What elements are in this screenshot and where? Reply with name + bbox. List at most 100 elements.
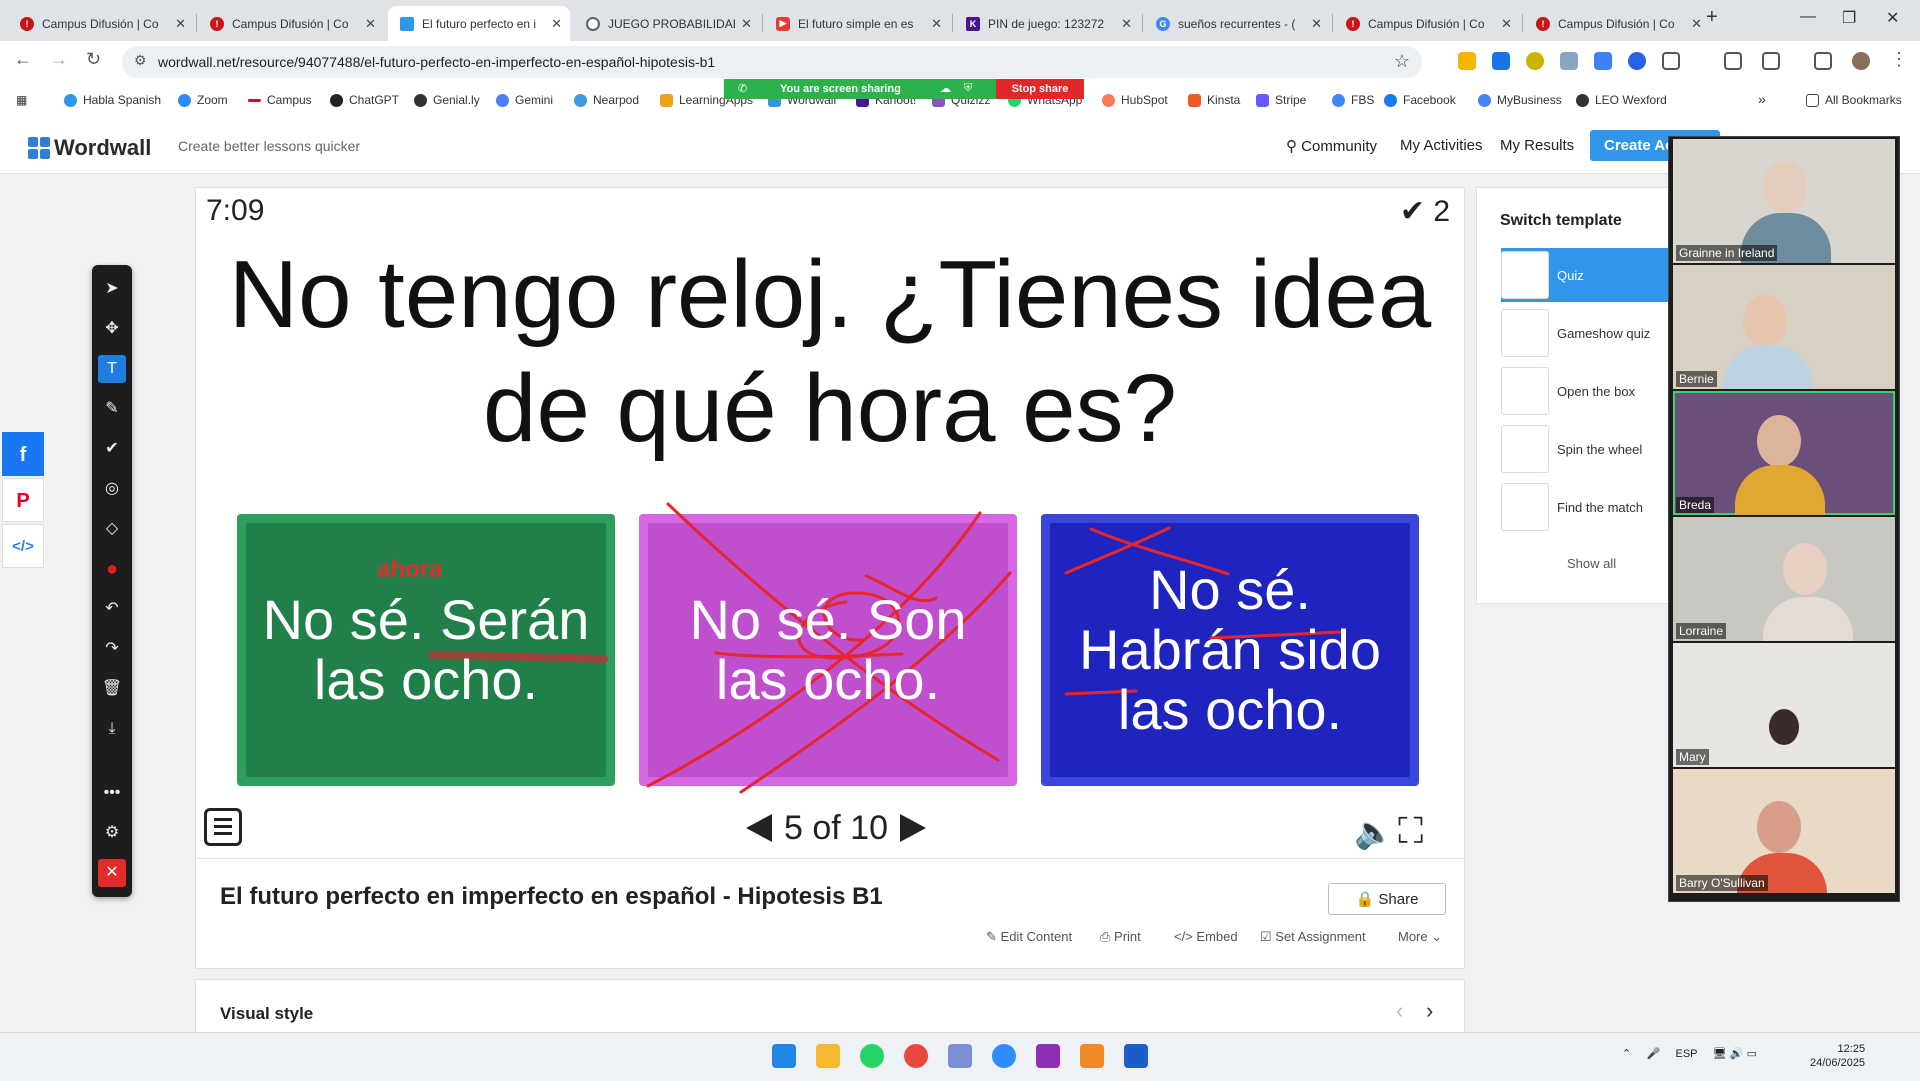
template-quiz[interactable]: Quiz: [1501, 248, 1671, 302]
browser-tab[interactable]: K PIN de juego: 123272 ✕: [954, 6, 1140, 41]
bookmark-hubspot[interactable]: HubSpot: [1102, 93, 1168, 107]
bookmark-zoom[interactable]: Zoom: [178, 93, 228, 107]
all-bookmarks-folder[interactable]: All Bookmarks: [1806, 93, 1902, 107]
reload-icon[interactable]: ↻: [86, 49, 101, 70]
browser-tab[interactable]: ! Campus Difusión | Co ✕: [1334, 6, 1520, 41]
profile-avatar[interactable]: [1852, 52, 1870, 70]
bookmark-nearpod[interactable]: Nearpod: [574, 93, 639, 107]
bookmark-facebook[interactable]: Facebook: [1384, 93, 1456, 107]
text-tool-icon[interactable]: T: [98, 355, 126, 383]
show-all-link[interactable]: Show all: [1567, 556, 1616, 571]
more-options-icon[interactable]: •••: [98, 779, 126, 807]
close-annotation-icon[interactable]: ✕: [98, 859, 126, 887]
bookmark-chatgpt[interactable]: ChatGPT: [330, 93, 399, 107]
fullscreen-icon[interactable]: ⛶: [1398, 810, 1423, 853]
cast-icon[interactable]: [1762, 52, 1780, 70]
user-settings-icon[interactable]: ⚙: [98, 819, 126, 847]
whiteboard-icon[interactable]: [1124, 1044, 1148, 1068]
extensions-puzzle-icon[interactable]: [1662, 52, 1680, 70]
bookmark-stripe[interactable]: Stripe: [1256, 93, 1306, 107]
download-icon[interactable]: ⤓: [98, 715, 126, 743]
edit-content-link[interactable]: ✎ Edit Content: [986, 929, 1072, 945]
bookmark-mybusiness[interactable]: MyBusiness: [1478, 93, 1562, 107]
close-tab-icon[interactable]: ✕: [741, 16, 752, 32]
whatsapp-icon[interactable]: [860, 1044, 884, 1068]
next-question-icon[interactable]: [899, 814, 926, 842]
more-dropdown[interactable]: More ⌄: [1398, 929, 1442, 945]
spotlight-icon[interactable]: ◎: [98, 475, 126, 503]
extension-icon[interactable]: [1628, 52, 1646, 70]
language-indicator[interactable]: ESP: [1675, 1048, 1697, 1060]
participant-video[interactable]: Grainne in Ireland: [1673, 139, 1895, 263]
participant-video[interactable]: Mary: [1673, 643, 1895, 767]
code-extension-icon[interactable]: [1560, 52, 1578, 70]
close-tab-icon[interactable]: ✕: [1501, 16, 1512, 32]
participant-video-active-speaker[interactable]: Breda: [1673, 391, 1895, 515]
address-bar[interactable]: ⚙ wordwall.net/resource/94077488/el-futu…: [122, 46, 1422, 78]
chevron-left-icon[interactable]: ‹: [1396, 998, 1403, 1024]
embed-share-icon[interactable]: </>: [2, 524, 44, 568]
restore-icon[interactable]: ❐: [1842, 8, 1856, 28]
reading-list-icon[interactable]: [1814, 52, 1832, 70]
bookmark-leo-wexford[interactable]: LEO Wexford: [1576, 93, 1667, 107]
browser-tab[interactable]: ! Campus Difusión | Co ✕: [1524, 6, 1710, 41]
close-tab-icon[interactable]: ✕: [551, 16, 562, 32]
template-gameshow-quiz[interactable]: Gameshow quiz: [1501, 306, 1671, 360]
print-link[interactable]: ⎙ Print: [1100, 929, 1141, 945]
apps-grid-icon[interactable]: ▦: [16, 93, 27, 107]
redo-icon[interactable]: ↷: [98, 635, 126, 663]
template-find-the-match[interactable]: Find the match: [1501, 480, 1671, 534]
wordwall-logo[interactable]: Wordwall: [28, 135, 151, 161]
color-picker-icon[interactable]: ●: [98, 555, 126, 583]
bookmark-campus[interactable]: Campus: [248, 93, 312, 107]
new-tab-button[interactable]: +: [1706, 6, 1718, 29]
close-tab-icon[interactable]: ✕: [1311, 16, 1322, 32]
trash-icon[interactable]: [1724, 52, 1742, 70]
activity-menu-button[interactable]: [204, 808, 242, 846]
more-bookmarks-icon[interactable]: »: [1758, 91, 1766, 107]
browser-tab[interactable]: ! Campus Difusión | Co ✕: [8, 6, 194, 41]
move-icon[interactable]: ✥: [98, 315, 126, 343]
set-assignment-link[interactable]: ☑ Set Assignment: [1260, 929, 1366, 945]
answer-option[interactable]: No sé. Son las ocho.: [639, 514, 1017, 786]
system-clock[interactable]: 12:25 24/06/2025: [1810, 1042, 1865, 1070]
pen-icon[interactable]: ✎: [98, 395, 126, 423]
bookmark-habla-spanish[interactable]: Habla Spanish: [64, 93, 161, 107]
browser-menu-icon[interactable]: ⋮: [1890, 49, 1908, 70]
forward-icon[interactable]: →: [50, 49, 68, 70]
previous-question-icon[interactable]: [746, 814, 772, 842]
nav-my-activities[interactable]: My Activities: [1400, 137, 1483, 154]
zoom-icon[interactable]: [992, 1044, 1016, 1068]
browser-tab-active[interactable]: El futuro perfecto en i ✕: [388, 6, 570, 41]
minimize-icon[interactable]: —: [1800, 8, 1816, 26]
answer-option[interactable]: ahora No sé. Serán las ocho.: [237, 514, 615, 786]
embed-link[interactable]: </> Embed: [1174, 929, 1238, 944]
site-info-icon[interactable]: ⚙: [134, 52, 147, 69]
volume-icon[interactable]: 🔊: [1730, 1048, 1744, 1060]
close-tab-icon[interactable]: ✕: [175, 16, 186, 32]
facebook-share-icon[interactable]: f: [2, 432, 44, 476]
close-tab-icon[interactable]: ✕: [1121, 16, 1132, 32]
close-tab-icon[interactable]: ✕: [931, 16, 942, 32]
speaker-icon[interactable]: 🔈: [1354, 813, 1394, 851]
close-tab-icon[interactable]: ✕: [1691, 16, 1702, 32]
bookmark-kinsta[interactable]: Kinsta: [1188, 93, 1240, 107]
template-open-the-box[interactable]: Open the box: [1501, 364, 1671, 418]
nav-my-results[interactable]: My Results: [1500, 137, 1574, 154]
browser-tab[interactable]: ! Campus Difusión | Co ✕: [198, 6, 384, 41]
bookmark-gemini[interactable]: Gemini: [496, 93, 553, 107]
nav-community[interactable]: ⚲ Community: [1286, 137, 1377, 155]
battery-icon[interactable]: ▭: [1747, 1048, 1757, 1060]
eraser-icon[interactable]: ◇: [98, 515, 126, 543]
close-tab-icon[interactable]: ✕: [365, 16, 376, 32]
browser-tab[interactable]: JUEGO PROBABILIDAD ✕: [574, 6, 760, 41]
participant-video[interactable]: Lorraine: [1673, 517, 1895, 641]
close-window-icon[interactable]: ✕: [1886, 8, 1899, 28]
stop-share-button[interactable]: Stop share: [996, 79, 1084, 99]
pinterest-share-icon[interactable]: P: [2, 478, 44, 522]
share-button[interactable]: 🔒 Share: [1328, 883, 1446, 915]
participant-video[interactable]: Bernie: [1673, 265, 1895, 389]
back-icon[interactable]: ←: [14, 49, 32, 70]
file-explorer-icon[interactable]: [816, 1044, 840, 1068]
bookmark-star-icon[interactable]: ☆: [1394, 51, 1410, 72]
